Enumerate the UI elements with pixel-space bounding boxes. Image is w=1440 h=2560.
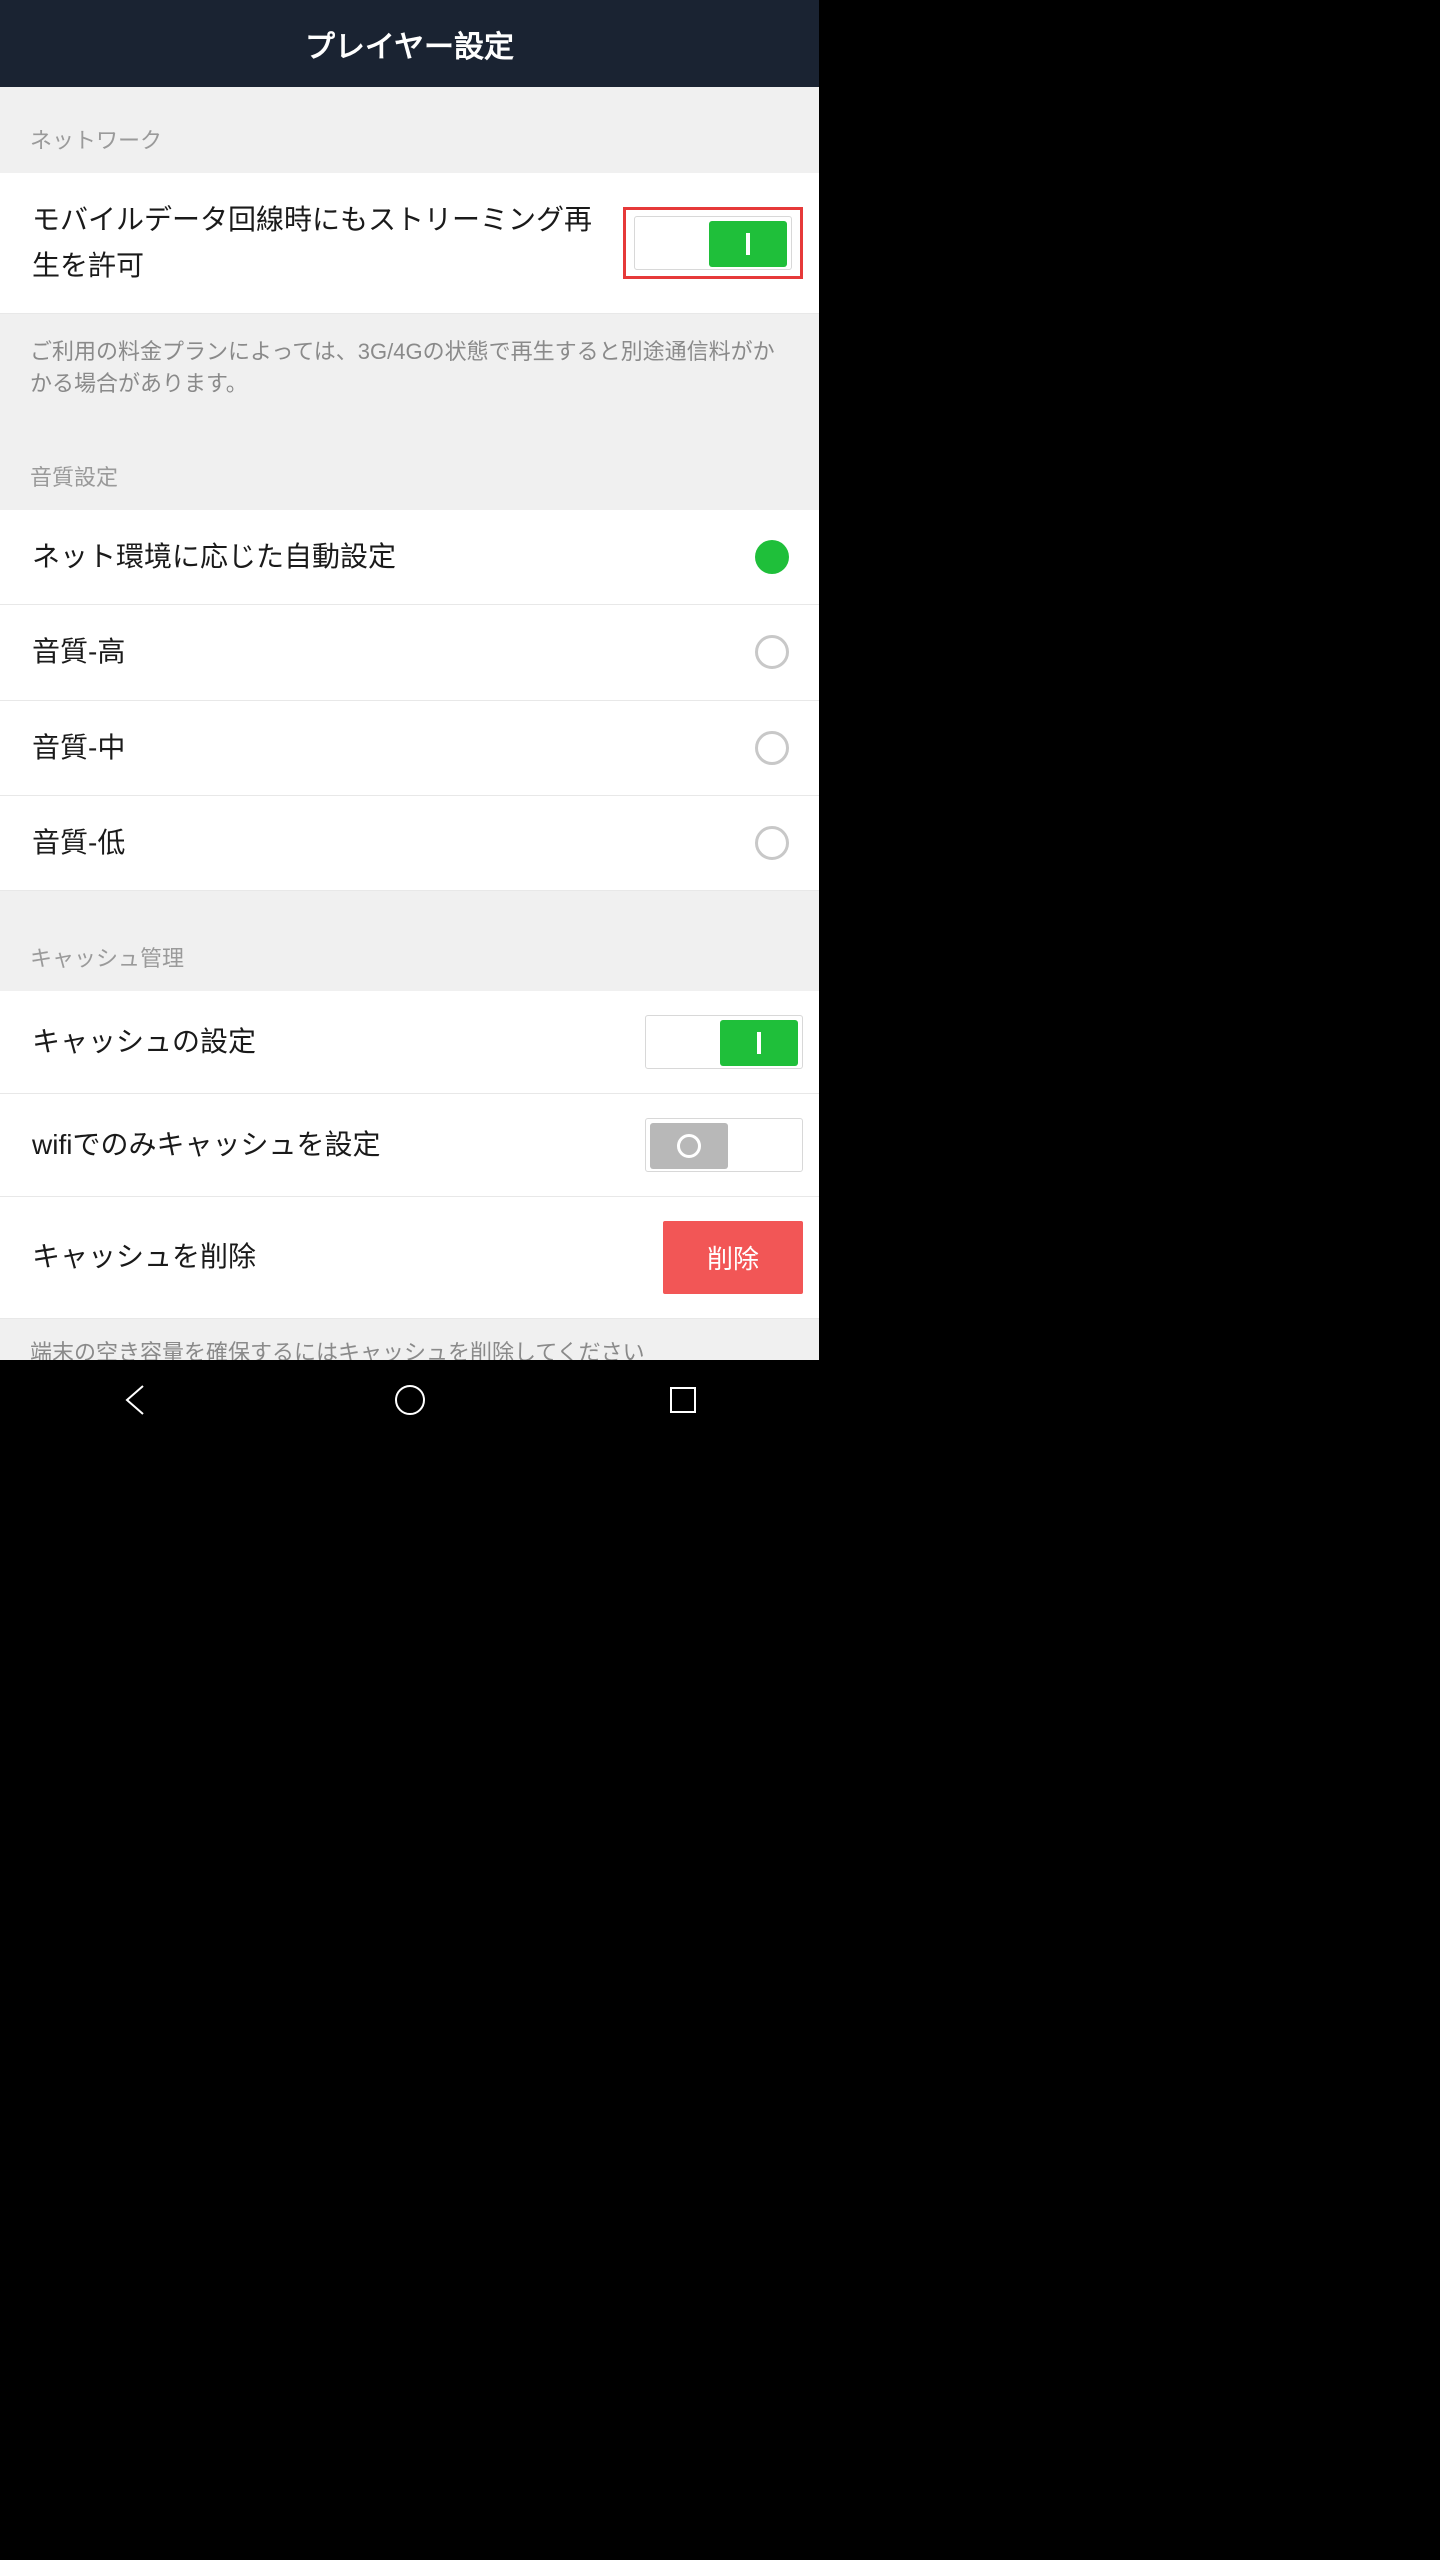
nav-back-icon[interactable] <box>117 1380 157 1420</box>
quality-low-label: 音質-低 <box>32 820 755 866</box>
cache-setting-label: キャッシュの設定 <box>32 1019 645 1065</box>
section-header-network: ネットワーク <box>0 87 819 173</box>
page-title: プレイヤー設定 <box>305 22 514 66</box>
network-footnote: ご利用の料金プランによっては、3G/4Gの状態で再生すると別途通信料がかかる場合… <box>0 314 819 410</box>
radio-icon[interactable] <box>755 826 789 860</box>
quality-high-label: 音質-高 <box>32 629 755 675</box>
row-quality-high[interactable]: 音質-高 <box>0 605 819 700</box>
row-quality-low[interactable]: 音質-低 <box>0 796 819 891</box>
mobile-streaming-toggle[interactable] <box>634 216 792 270</box>
settings-content: ネットワーク モバイルデータ回線時にもストリーミング再生を許可 ご利用の料金プラ… <box>0 87 819 1360</box>
delete-cache-button[interactable]: 削除 <box>663 1221 803 1294</box>
row-quality-auto[interactable]: ネット環境に応じた自動設定 <box>0 510 819 605</box>
row-mobile-streaming[interactable]: モバイルデータ回線時にもストリーミング再生を許可 <box>0 173 819 314</box>
cache-delete-label: キャッシュを削除 <box>32 1234 663 1280</box>
radio-icon[interactable] <box>755 635 789 669</box>
row-cache-wifi-only[interactable]: wifiでのみキャッシュを設定 <box>0 1094 819 1197</box>
nav-recent-icon[interactable] <box>663 1380 703 1420</box>
quality-mid-label: 音質-中 <box>32 725 755 771</box>
quality-auto-label: ネット環境に応じた自動設定 <box>32 534 755 580</box>
radio-icon[interactable] <box>755 731 789 765</box>
nav-home-icon[interactable] <box>390 1380 430 1420</box>
mobile-streaming-label: モバイルデータ回線時にもストリーミング再生を許可 <box>32 197 619 289</box>
row-cache-delete: キャッシュを削除 削除 <box>0 1197 819 1319</box>
section-header-quality: 音質設定 <box>0 410 819 510</box>
cache-wifi-only-toggle[interactable] <box>645 1118 803 1172</box>
player-settings-screen: プレイヤー設定 ネットワーク モバイルデータ回線時にもストリーミング再生を許可 … <box>0 0 819 1440</box>
system-nav-bar <box>0 1360 819 1440</box>
section-header-cache: キャッシュ管理 <box>0 891 819 991</box>
cache-footnote: 端末の空き容量を確保するにはキャッシュを削除してください <box>0 1319 819 1360</box>
app-header: プレイヤー設定 <box>0 0 819 87</box>
radio-icon[interactable] <box>755 540 789 574</box>
highlight-box <box>623 207 803 279</box>
cache-wifi-only-label: wifiでのみキャッシュを設定 <box>32 1122 645 1168</box>
cache-setting-toggle[interactable] <box>645 1015 803 1069</box>
row-cache-setting[interactable]: キャッシュの設定 <box>0 991 819 1094</box>
row-quality-mid[interactable]: 音質-中 <box>0 701 819 796</box>
